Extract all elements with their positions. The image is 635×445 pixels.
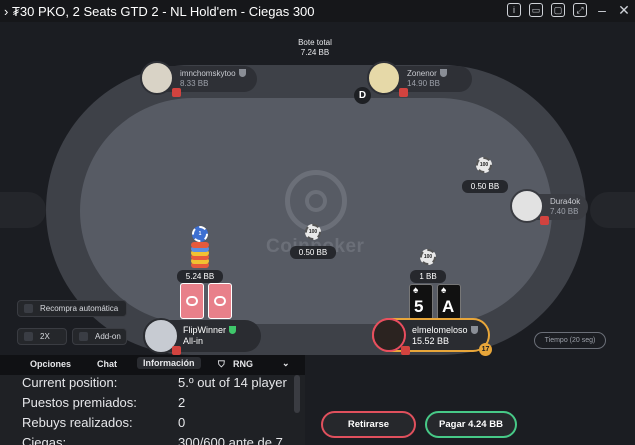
player-stack: 7.40 BB — [550, 207, 579, 216]
card-rank: 5 — [414, 297, 424, 316]
info-label: Current position: — [22, 375, 118, 390]
checkbox-icon[interactable] — [24, 304, 33, 313]
shield-icon — [439, 69, 447, 77]
pot-label: Bote total — [298, 38, 332, 47]
fold-button[interactable]: Retirarse — [321, 411, 416, 438]
right-rail — [590, 192, 635, 228]
auto-rebuy-option[interactable]: Recompra automática — [17, 300, 127, 317]
checkbox-icon[interactable] — [24, 332, 33, 341]
player-stack: 14.90 BB — [407, 79, 440, 88]
seat-zonenor[interactable]: Zonenor 14.90 BB — [367, 61, 472, 95]
chip-icon: 100 — [476, 157, 492, 173]
card-back — [180, 283, 204, 319]
window-controls: i ▭ ▢ ⤢ – ✕ — [507, 3, 631, 17]
bounty-icon — [399, 88, 408, 97]
tournament-info-panel: Current position: 5.º out of 14 player Pu… — [0, 375, 305, 445]
info-label: Rebuys realizados: — [22, 415, 133, 430]
twox-option[interactable]: 2X — [17, 328, 67, 345]
addon-option[interactable]: Add-on — [72, 328, 127, 345]
coinpoker-logo-icon — [285, 170, 347, 232]
avatar — [140, 61, 174, 95]
spade-icon: ♠ — [441, 285, 447, 296]
shield-icon — [238, 69, 246, 77]
info-value: 300/600 ante de 7 — [178, 435, 283, 445]
avatar — [510, 189, 544, 223]
seat-elmelomeloso[interactable]: elmelomeloso 15.52 BB — [372, 318, 490, 352]
checkbox-icon[interactable] — [79, 332, 88, 341]
twox-label: 2X — [40, 332, 50, 341]
hero-card: ♠ A — [437, 284, 461, 320]
chip-icon: 1 — [192, 226, 208, 242]
info-tabs: Opciones Chat Información ⛉ RNG ⌄ — [0, 355, 305, 375]
info-value: 0 — [178, 415, 186, 430]
fullscreen-icon[interactable]: ⤢ — [573, 3, 587, 17]
tab-opciones[interactable]: Opciones — [30, 359, 71, 369]
info-scrollbar[interactable] — [294, 375, 300, 413]
avatar — [367, 61, 401, 95]
seat-flipwinner[interactable]: FlipWinner All-in — [143, 318, 261, 354]
player-name: Zonenor — [407, 69, 437, 78]
bet-amount: 0.50 BB — [462, 180, 508, 193]
info-value: 5.º out of 14 player — [178, 375, 287, 390]
info-label: Puestos premiados: — [22, 395, 137, 410]
dealer-button: D — [354, 87, 371, 104]
close-icon[interactable]: ✕ — [617, 3, 631, 17]
pot-value: 7.24 BB — [300, 48, 330, 57]
hero-card: ♠ 5 — [409, 284, 433, 320]
info-icon[interactable]: i — [507, 3, 521, 17]
card-back — [208, 283, 232, 319]
window-title: › ₮30 PKO, 2 Seats GTD 2 - NL Hold'em - … — [4, 3, 315, 19]
info-label: Ciegas: — [22, 435, 67, 445]
title-bar: › ₮30 PKO, 2 Seats GTD 2 - NL Hold'em - … — [0, 0, 635, 22]
shield-icon — [470, 326, 478, 334]
shield-check-icon: ⛉ — [218, 359, 225, 369]
info-value: 2 — [178, 395, 186, 410]
card-rank: A — [442, 297, 455, 316]
chip-icon: 100 — [305, 224, 321, 240]
screen-icon[interactable]: ▢ — [551, 3, 565, 17]
player-name: FlipWinner — [183, 325, 227, 335]
bet-amount: 1 BB — [410, 270, 446, 283]
pot-display: Bote total 7.24 BB — [270, 38, 360, 58]
level-badge: 17 — [479, 343, 492, 356]
player-name: elmelomeloso — [412, 325, 468, 335]
auto-rebuy-label: Recompra automática — [40, 304, 119, 313]
bounty-icon — [172, 88, 181, 97]
player-name: imnchomskytoo — [180, 69, 236, 78]
tab-rng[interactable]: RNG — [233, 359, 253, 369]
seat-dura4ok[interactable]: Dura4ok 7.40 BB — [510, 189, 588, 223]
bounty-icon — [540, 216, 549, 225]
left-rail — [0, 192, 46, 228]
bet-amount: 0.50 BB — [290, 246, 336, 259]
addon-label: Add-on — [95, 332, 121, 341]
chip-icon: 100 — [420, 249, 436, 265]
shield-icon — [229, 326, 237, 334]
player-stack: 8.33 BB — [180, 79, 209, 88]
time-bank-button[interactable]: Tiempo (20 seg) — [534, 332, 606, 349]
chevron-down-icon[interactable]: ⌄ — [282, 358, 290, 369]
call-button[interactable]: Pagar 4.24 BB — [425, 411, 517, 438]
tab-informacion[interactable]: Información — [137, 357, 201, 369]
seat-imnchomskytoo[interactable]: imnchomskytoo 8.33 BB — [140, 61, 257, 95]
bounty-icon — [172, 346, 181, 355]
player-name: Dura4ok — [550, 197, 581, 206]
tab-chat[interactable]: Chat — [97, 359, 117, 369]
bet-amount: 5.24 BB — [177, 270, 223, 283]
spade-icon: ♠ — [413, 285, 419, 296]
wallet-icon[interactable]: ▭ — [529, 3, 543, 17]
player-stack: All-in — [183, 336, 204, 346]
player-stack: 15.52 BB — [412, 336, 450, 346]
minimize-icon[interactable]: – — [595, 3, 609, 17]
bounty-icon — [401, 346, 410, 355]
